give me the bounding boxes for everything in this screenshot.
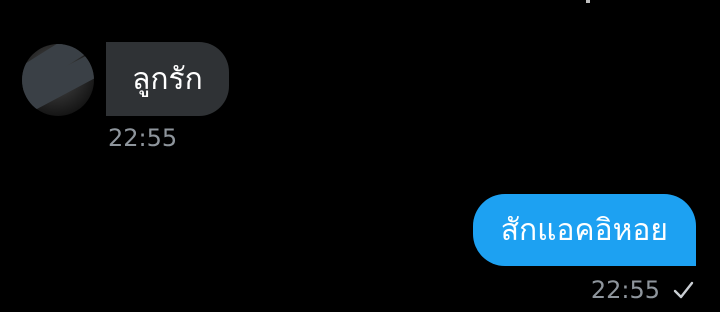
check-icon: [672, 279, 694, 301]
top-edge-mark: [586, 0, 590, 3]
incoming-message-text: ลูกรัก: [132, 61, 203, 97]
outgoing-message-time: 22:55: [590, 276, 660, 304]
incoming-message-bubble[interactable]: ลูกรัก: [106, 42, 229, 116]
outgoing-message-meta: 22:55: [591, 276, 694, 304]
chat-conversation: ลูกรัก 22:55 สักแอคอิหอย 22:55: [0, 0, 720, 312]
outgoing-message-bubble[interactable]: สักแอคอิหอย: [472, 194, 696, 266]
outgoing-message-text: สักแอคอิหอย: [500, 212, 668, 248]
incoming-message-time: 22:55: [108, 124, 178, 152]
avatar[interactable]: [22, 44, 94, 116]
